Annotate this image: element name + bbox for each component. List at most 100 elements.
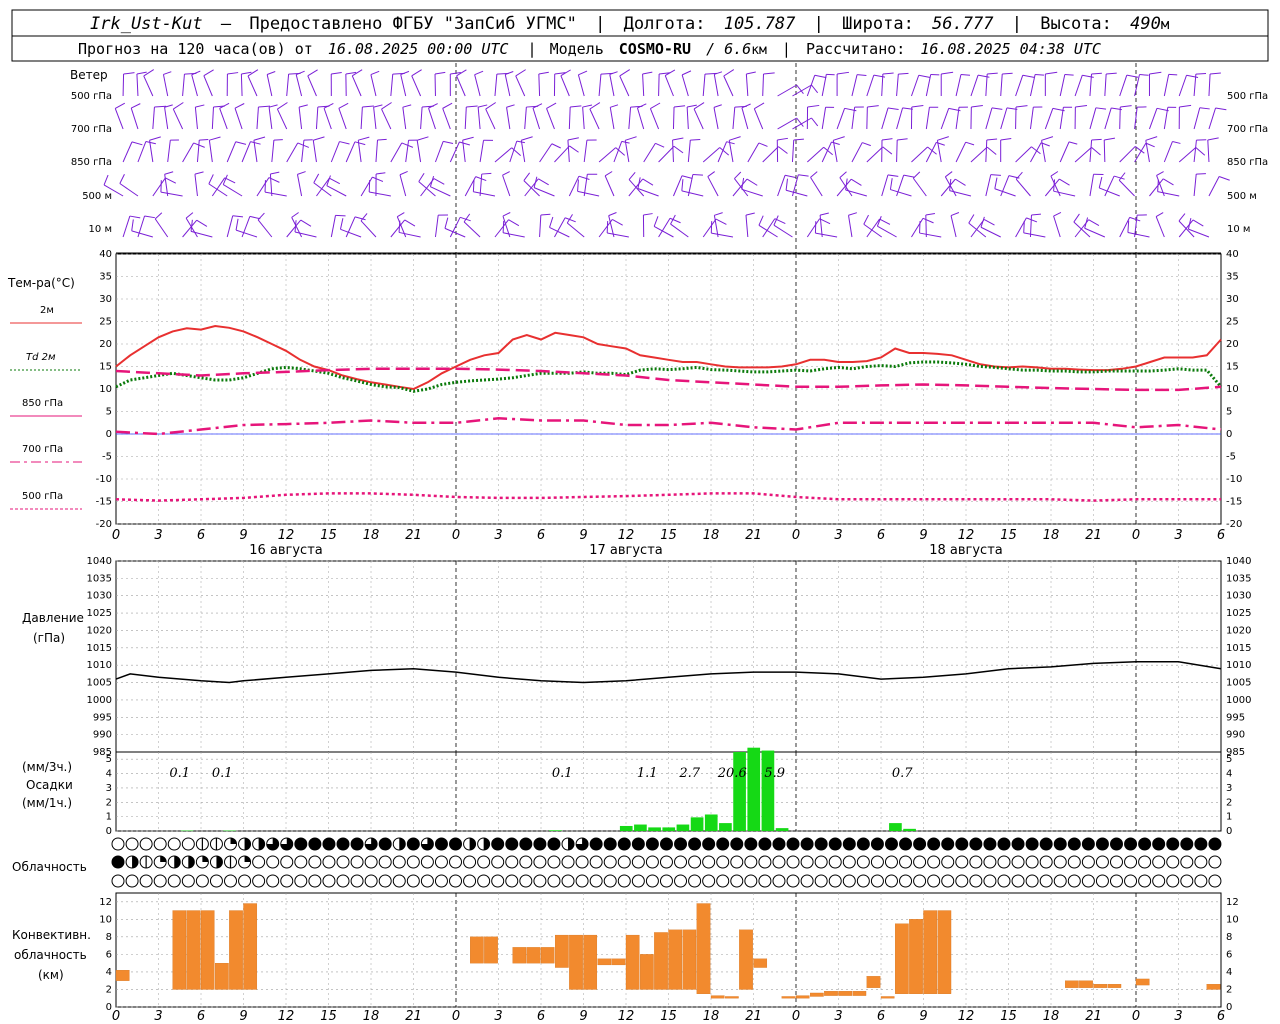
wind-barb-flag (582, 104, 593, 108)
precip-ytick-left: 3 (106, 783, 112, 794)
convective-bar (583, 934, 598, 990)
model-label: Модель (550, 40, 604, 58)
wind-barb-shaft (373, 107, 377, 130)
convective-bar (597, 958, 612, 966)
cloud-cover-circle (125, 874, 139, 888)
conv-ytick-left: 8 (106, 932, 112, 943)
wind-barb-shaft (182, 219, 198, 238)
wind-barb-shaft (702, 74, 706, 97)
wind-barb-shaft (539, 143, 553, 163)
conv-xtick: 3 (1174, 1009, 1182, 1024)
pressure-ytick-left: 1035 (87, 573, 112, 584)
wind-barb-flag (532, 103, 543, 109)
wind-barb-shaft (1089, 107, 1097, 130)
convective-bar (229, 910, 243, 990)
cloud-cover-full (801, 838, 814, 850)
cloud-cover-circle (1109, 855, 1123, 869)
precip-bar (733, 752, 746, 831)
wind-barb-shaft (400, 74, 407, 97)
wind-barb-flag (746, 71, 756, 75)
pressure-ytick-left: 1040 (87, 556, 112, 567)
wind-barb-shaft (241, 141, 251, 163)
cloud-cover-circle (139, 837, 153, 851)
wind-barb-flag (131, 141, 143, 146)
convective-bar (640, 954, 654, 990)
cloud-cover-full (1096, 838, 1109, 850)
wind-barb-flag (362, 105, 374, 108)
wind-barb-shaft (538, 73, 541, 97)
lat-label: Широта: (842, 14, 914, 34)
convective-bar (115, 970, 130, 981)
wind-barb-flag (796, 84, 804, 94)
cloud-cover-full (646, 838, 659, 850)
wind-barb-flag (941, 71, 954, 75)
wind-barb-shaft (1015, 217, 1027, 238)
wind-barb-flag (1210, 72, 1221, 75)
temp-xtick: 18 (363, 528, 380, 543)
cloud-cover-full (294, 838, 307, 850)
wind-barb-flag (1195, 147, 1206, 156)
wind-barb-flag (1127, 220, 1130, 233)
wind-barb-shaft (257, 219, 273, 238)
cloud-cover-circle (645, 855, 659, 869)
t850-line (115, 367, 1222, 392)
wind-barb-flag (129, 215, 141, 219)
wind-barb-shaft (390, 74, 394, 97)
wind-barb-flag (670, 214, 676, 225)
wind-barb-shaft (925, 107, 930, 130)
pressure-title: Давление (22, 611, 84, 625)
wind-barb-flag (208, 174, 214, 185)
temp-xtick: 18 (703, 528, 720, 543)
wind-barb-shaft (568, 106, 571, 130)
wind-barb-flag (715, 218, 727, 225)
cloud-cover-circle (561, 855, 575, 869)
wind-barb-shaft (851, 74, 858, 97)
wind-barb-flag (918, 74, 931, 79)
wind-barb-shaft (434, 215, 439, 238)
wind-barb-shaft (919, 232, 942, 238)
wind-barb-shaft (732, 178, 748, 197)
wind-barb-flag (650, 102, 661, 110)
cloud-cover-full (927, 838, 940, 850)
cloud-cover-full (505, 838, 518, 850)
cloud-cover-circle (238, 874, 252, 888)
cloud-cover-full (1152, 838, 1165, 850)
wind-barb-shaft (1155, 216, 1165, 238)
wind-barb-flag (911, 105, 924, 108)
wind-barb-flag (1172, 141, 1181, 144)
wind-barb-shaft (196, 140, 200, 163)
wind-barb-shaft (985, 174, 992, 197)
wind-barb-flag (1068, 141, 1078, 145)
cloud-cover-circle (266, 874, 280, 888)
cloud-cover-circle (688, 855, 702, 869)
wind-barb-shaft (845, 189, 867, 197)
wind-barb-flag (404, 219, 416, 227)
wind-barb-shaft (955, 141, 967, 163)
wind-barb-flag (628, 172, 636, 180)
wind-barb-flag (850, 178, 862, 186)
wind-barb-shaft (836, 108, 846, 130)
temp-xtick: 0 (792, 528, 800, 543)
wind-barb-flag (227, 72, 239, 75)
cloud-cover-circle (674, 855, 688, 869)
wind-barb-shaft (911, 218, 924, 238)
cloud-cover-circle (744, 855, 758, 869)
precip-unit-bottom: (мм/1ч.) (22, 796, 72, 810)
temp-xtick: 3 (1174, 528, 1182, 543)
wind-barb-flag (950, 212, 960, 217)
wind-barb-shaft (442, 108, 451, 130)
conv-xtick: 18 (363, 1009, 380, 1024)
cloud-cover-circle (449, 874, 463, 888)
wind-barb-flag (103, 174, 109, 186)
wind-barb-flag (983, 218, 995, 226)
precip-ytick-left: 4 (106, 769, 112, 780)
wind-barb-flag (1023, 220, 1025, 233)
cloud-cover-circle (294, 874, 308, 888)
wind-barb-shaft (745, 215, 749, 238)
precip-ytick-left: 5 (106, 754, 112, 765)
convective-bar (923, 910, 938, 994)
wind-barb-flag (887, 107, 899, 111)
cloud-cover-circle (814, 874, 828, 888)
cloud-cover-circle (856, 874, 870, 888)
legend-label: 850 гПа (22, 398, 63, 409)
